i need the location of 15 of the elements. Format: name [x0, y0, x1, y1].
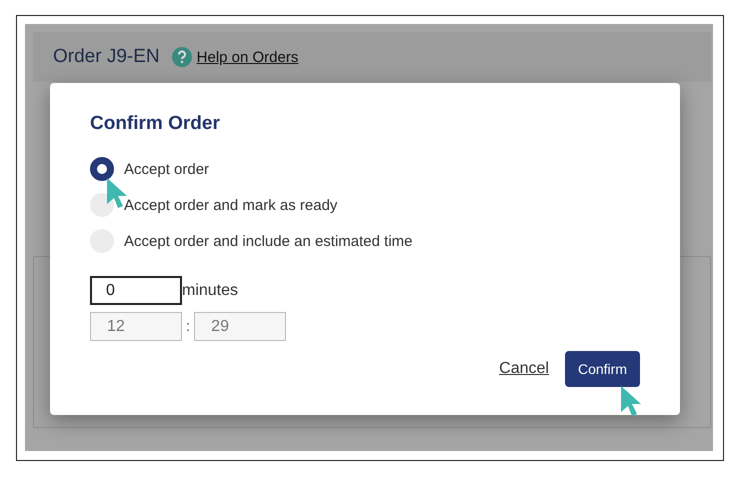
cancel-link[interactable]: Cancel — [499, 360, 549, 378]
option-label: Accept order — [124, 160, 210, 178]
option-label: Accept order and mark as ready — [124, 196, 338, 214]
help-link[interactable]: Help on Orders — [196, 48, 298, 66]
minutes-field[interactable]: 0 — [90, 276, 182, 305]
time-separator: : — [186, 318, 190, 335]
cursor-icon — [619, 384, 643, 416]
option-label: Accept order and include an estimated time — [124, 232, 412, 250]
page-title: Order J9-EN — [53, 46, 160, 68]
dialog-title: Confirm Order — [90, 113, 221, 135]
help-icon — [172, 47, 192, 67]
radio-button[interactable] — [90, 193, 114, 217]
minutes-label: minutes — [182, 282, 238, 300]
radio-button[interactable] — [90, 157, 114, 181]
confirm-button[interactable]: Confirm — [564, 351, 640, 387]
